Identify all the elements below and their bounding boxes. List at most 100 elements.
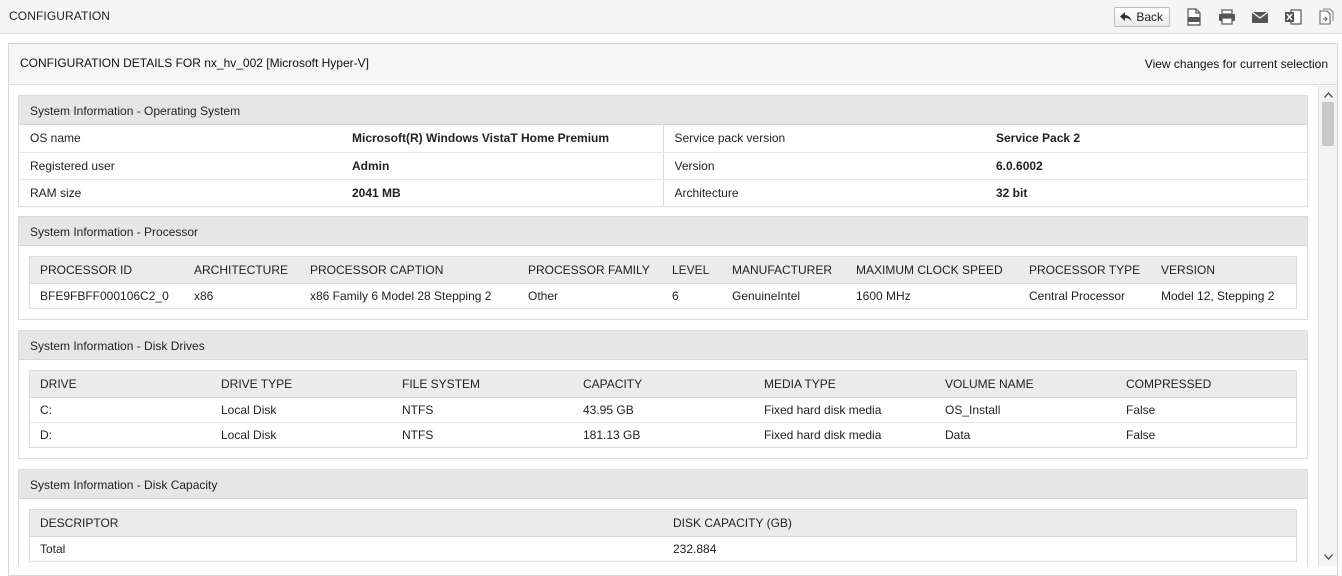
table-row: OS name Microsoft(R) Windows VistaT Home… bbox=[19, 125, 1307, 153]
table-row: Total 232.884 bbox=[30, 536, 1296, 561]
table-row: RAM size 2041 MB Architecture 32 bit bbox=[19, 179, 1307, 206]
configuration-panel: CONFIGURATION DETAILS FOR nx_hv_002 [Mic… bbox=[8, 43, 1338, 576]
table-cell: 43.95 GB bbox=[573, 397, 754, 423]
column-header: ARCHITECTURE bbox=[184, 257, 300, 284]
table-cell: NTFS bbox=[402, 427, 434, 442]
table-cell: Fixed hard disk media bbox=[754, 397, 935, 423]
disk-capacity-table-wrap: DESCRIPTOR DISK CAPACITY (GB) Total 232.… bbox=[29, 509, 1297, 562]
view-changes-link[interactable]: View changes for current selection bbox=[1145, 57, 1328, 71]
column-header: FILE SYSTEM bbox=[392, 371, 573, 398]
table-cell: D: bbox=[40, 427, 52, 442]
disk-drives-table-wrap: DRIVE DRIVE TYPE FILE SYSTEM CAPACITY ME… bbox=[29, 370, 1297, 448]
back-button[interactable]: Back bbox=[1114, 7, 1170, 27]
table-cell: BFE9FBFF000106C2_0 bbox=[40, 288, 169, 303]
table-cell: Local Disk bbox=[211, 397, 392, 423]
processor-section-heading: System Information - Processor bbox=[19, 217, 1307, 246]
column-header: PROCESSOR ID bbox=[30, 257, 184, 284]
table-cell: x86 bbox=[194, 288, 214, 303]
processor-section: System Information - Processor PROCESSOR… bbox=[18, 216, 1308, 320]
column-header: DRIVE bbox=[30, 371, 211, 398]
column-header: LEVEL bbox=[662, 257, 722, 284]
column-header: COMPRESSED bbox=[1116, 371, 1296, 398]
column-header: PROCESSOR CAPTION bbox=[300, 257, 518, 284]
table-cell: Data bbox=[945, 427, 971, 442]
column-header: DESCRIPTOR bbox=[30, 510, 663, 537]
scrollbar-thumb[interactable] bbox=[1322, 102, 1334, 146]
os-section: System Information - Operating System OS… bbox=[18, 95, 1308, 207]
os-key: Version bbox=[663, 152, 985, 180]
print-icon[interactable] bbox=[1217, 7, 1237, 27]
page-title: CONFIGURATION bbox=[9, 9, 111, 23]
os-value: 6.0.6002 bbox=[985, 152, 1307, 180]
processor-table: PROCESSOR ID ARCHITECTURE PROCESSOR CAPT… bbox=[30, 257, 1296, 308]
table-cell: C: bbox=[30, 397, 211, 423]
table-row: Registered user Admin Version 6.0.6002 bbox=[19, 152, 1307, 180]
table-cell: 6 bbox=[672, 288, 679, 303]
os-table: OS name Microsoft(R) Windows VistaT Home… bbox=[19, 125, 1307, 206]
disk-header-row: DRIVE DRIVE TYPE FILE SYSTEM CAPACITY ME… bbox=[30, 371, 1296, 398]
column-header: VOLUME NAME bbox=[935, 371, 1116, 398]
os-section-heading: System Information - Operating System bbox=[19, 96, 1307, 125]
toolbar: Back bbox=[1114, 6, 1336, 28]
excel-icon[interactable] bbox=[1283, 7, 1303, 27]
table-cell: GenuineIntel bbox=[732, 288, 801, 303]
os-value: Microsoft(R) Windows VistaT Home Premium bbox=[341, 125, 664, 153]
os-key: Registered user bbox=[19, 152, 341, 180]
scroll-down-icon[interactable] bbox=[1323, 552, 1333, 562]
scroll-up-icon[interactable] bbox=[1323, 90, 1333, 100]
table-cell: NTFS bbox=[392, 397, 573, 423]
panel-title: CONFIGURATION DETAILS FOR nx_hv_002 [Mic… bbox=[20, 56, 369, 70]
pdf-icon[interactable] bbox=[1184, 7, 1204, 27]
disk-drives-section-heading: System Information - Disk Drives bbox=[19, 331, 1307, 360]
os-value: Service Pack 2 bbox=[985, 125, 1307, 153]
table-cell: Central Processor bbox=[1029, 288, 1126, 303]
column-header: MAXIMUM CLOCK SPEED bbox=[846, 257, 1019, 284]
vertical-scrollbar[interactable] bbox=[1318, 86, 1337, 566]
table-cell: Other bbox=[528, 288, 559, 303]
table-cell: False bbox=[1126, 427, 1156, 442]
table-cell: 181.13 GB bbox=[583, 427, 641, 442]
column-header: VERSION bbox=[1151, 257, 1296, 284]
os-key: RAM size bbox=[30, 185, 82, 200]
scroll-content: System Information - Operating System OS… bbox=[9, 86, 1319, 566]
panel-header: CONFIGURATION DETAILS FOR nx_hv_002 [Mic… bbox=[9, 44, 1337, 85]
table-cell: x86 Family 6 Model 28 Stepping 2 bbox=[310, 288, 492, 303]
table-row: BFE9FBFF000106C2_0 x86 x86 Family 6 Mode… bbox=[30, 283, 1296, 308]
back-button-label: Back bbox=[1136, 10, 1163, 24]
os-key: Service pack version bbox=[663, 125, 985, 153]
disk-capacity-section-heading: System Information - Disk Capacity bbox=[19, 470, 1307, 499]
disk-drives-section: System Information - Disk Drives DRIVE D… bbox=[18, 330, 1308, 459]
column-header: PROCESSOR TYPE bbox=[1019, 257, 1151, 284]
back-arrow-icon bbox=[1120, 12, 1132, 22]
os-key: OS name bbox=[19, 125, 341, 153]
column-header: MANUFACTURER bbox=[722, 257, 846, 284]
column-header: DRIVE TYPE bbox=[211, 371, 392, 398]
table-row: D: Local Disk NTFS 181.13 GB Fixed hard … bbox=[30, 422, 1296, 447]
email-icon[interactable] bbox=[1250, 7, 1270, 27]
disk-drives-table: DRIVE DRIVE TYPE FILE SYSTEM CAPACITY ME… bbox=[30, 371, 1296, 447]
top-bar: CONFIGURATION Back bbox=[0, 0, 1342, 34]
os-value: 2041 MB bbox=[341, 179, 664, 206]
disk-capacity-section: System Information - Disk Capacity DESCR… bbox=[18, 469, 1308, 566]
table-cell: Total bbox=[40, 541, 66, 556]
table-cell: Local Disk bbox=[221, 427, 277, 442]
os-key: Architecture bbox=[674, 185, 739, 200]
table-cell: Fixed hard disk media bbox=[764, 427, 882, 442]
capacity-header-row: DESCRIPTOR DISK CAPACITY (GB) bbox=[30, 510, 1296, 537]
processor-table-wrap: PROCESSOR ID ARCHITECTURE PROCESSOR CAPT… bbox=[29, 256, 1297, 309]
table-cell: Model 12, Stepping 2 bbox=[1161, 288, 1275, 303]
column-header: MEDIA TYPE bbox=[754, 371, 935, 398]
table-cell: 1600 MHz bbox=[856, 288, 911, 303]
table-row: C: Local Disk NTFS 43.95 GB Fixed hard d… bbox=[30, 397, 1296, 423]
column-header: PROCESSOR FAMILY bbox=[518, 257, 662, 284]
export-icon[interactable] bbox=[1316, 7, 1336, 27]
column-header: DISK CAPACITY (GB) bbox=[663, 510, 1296, 537]
table-cell: False bbox=[1116, 397, 1296, 423]
os-value: Admin bbox=[341, 152, 664, 180]
table-cell: 232.884 bbox=[673, 541, 717, 556]
column-header: CAPACITY bbox=[573, 371, 754, 398]
table-cell: OS_Install bbox=[935, 397, 1116, 423]
os-value: 32 bit bbox=[996, 185, 1028, 200]
disk-capacity-table: DESCRIPTOR DISK CAPACITY (GB) Total 232.… bbox=[30, 510, 1296, 561]
processor-header-row: PROCESSOR ID ARCHITECTURE PROCESSOR CAPT… bbox=[30, 257, 1296, 284]
